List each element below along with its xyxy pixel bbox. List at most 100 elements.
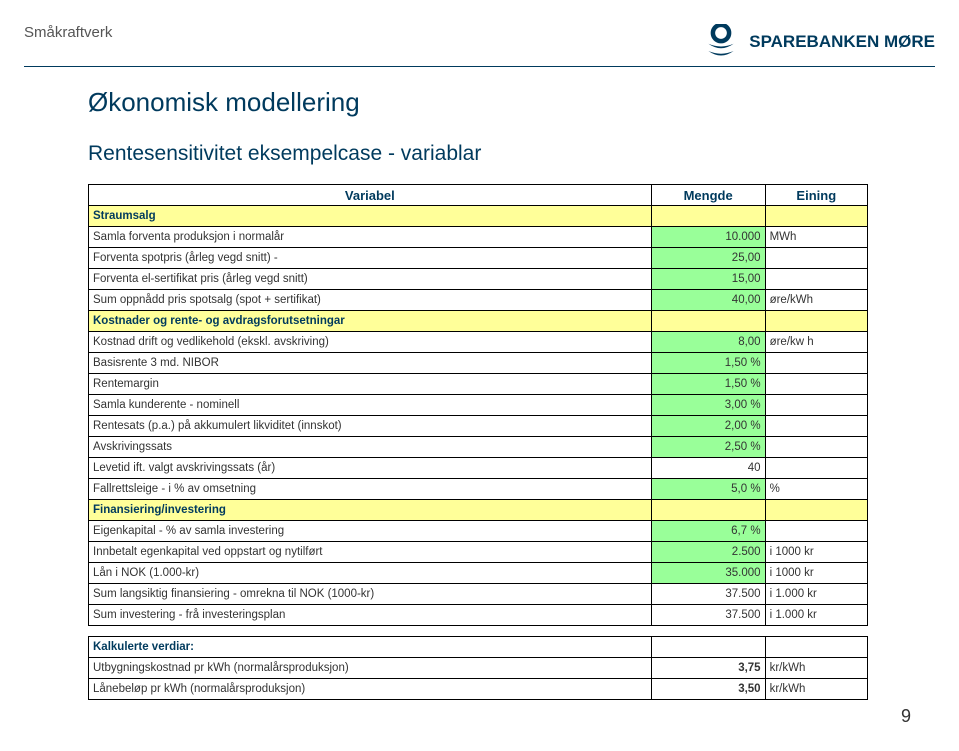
cell-label: Lån i NOK (1.000-kr) — [89, 563, 652, 584]
cell-value: 3,00 % — [651, 395, 765, 416]
cell-label: Rentesats (p.a.) på akkumulert likvidite… — [89, 416, 652, 437]
section-blank — [651, 500, 765, 521]
cell-unit: i 1000 kr — [765, 563, 867, 584]
cell-value: 37.500 — [651, 605, 765, 626]
cell-value: 40,00 — [651, 290, 765, 311]
col-header-variable: Variabel — [89, 185, 652, 206]
section-blank — [651, 206, 765, 227]
section-blank — [651, 311, 765, 332]
cell-label: Eigenkapital - % av samla investering — [89, 521, 652, 542]
table-row: Lånebeløp pr kWh (normalårsproduksjon)3,… — [89, 679, 868, 700]
cell-value: 40 — [651, 458, 765, 479]
table-row: Kostnad drift og vedlikehold (ekskl. avs… — [89, 332, 868, 353]
table-row: Avskrivingssats2,50 % — [89, 437, 868, 458]
cell-value: 3,75 — [651, 658, 765, 679]
table-header-row: Variabel Mengde Eining — [89, 185, 868, 206]
table-row: Levetid ift. valgt avskrivingssats (år)4… — [89, 458, 868, 479]
page-heading: Økonomisk modellering — [88, 87, 935, 118]
col-header-unit: Eining — [765, 185, 867, 206]
cell-unit: i 1.000 kr — [765, 584, 867, 605]
logo-icon — [703, 24, 739, 60]
brand-logo: SPAREBANKEN MØRE — [703, 24, 935, 60]
cell-unit: MWh — [765, 227, 867, 248]
page-number: 9 — [901, 706, 911, 727]
cell-unit — [765, 353, 867, 374]
section-label: Kalkulerte verdiar: — [89, 637, 652, 658]
cell-label: Rentemargin — [89, 374, 652, 395]
cell-value: 10.000 — [651, 227, 765, 248]
cell-unit: % — [765, 479, 867, 500]
section-label: Finansiering/investering — [89, 500, 652, 521]
cell-value: 6,7 % — [651, 521, 765, 542]
table-row: Sum langsiktig finansiering - omrekna ti… — [89, 584, 868, 605]
cell-label: Lånebeløp pr kWh (normalårsproduksjon) — [89, 679, 652, 700]
table-row: Lån i NOK (1.000-kr)35.000i 1000 kr — [89, 563, 868, 584]
cell-label: Samla kunderente - nominell — [89, 395, 652, 416]
table-row: Basisrente 3 md. NIBOR1,50 % — [89, 353, 868, 374]
section-blank — [765, 311, 867, 332]
cell-label: Samla forventa produksjon i normalår — [89, 227, 652, 248]
cell-unit — [765, 416, 867, 437]
cell-unit — [765, 395, 867, 416]
cell-unit: øre/kWh — [765, 290, 867, 311]
section-blank — [765, 500, 867, 521]
cell-value: 2,50 % — [651, 437, 765, 458]
table-row: Rentemargin1,50 % — [89, 374, 868, 395]
cell-unit — [765, 521, 867, 542]
cell-label: Avskrivingssats — [89, 437, 652, 458]
cell-unit: kr/kWh — [765, 658, 867, 679]
page-subheading: Rentesensitivitet eksempelcase - variabl… — [88, 142, 935, 166]
cell-value: 1,50 % — [651, 374, 765, 395]
cell-label: Sum oppnådd pris spotsalg (spot + sertif… — [89, 290, 652, 311]
section-kalkulerte: Kalkulerte verdiar: — [89, 637, 868, 658]
table-row: Innbetalt egenkapital ved oppstart og ny… — [89, 542, 868, 563]
table-row: Utbygningskostnad pr kWh (normalårsprodu… — [89, 658, 868, 679]
cell-value: 35.000 — [651, 563, 765, 584]
cell-unit — [765, 458, 867, 479]
section-label: Kostnader og rente- og avdragsforutsetni… — [89, 311, 652, 332]
section-straumsalg: Straumsalg — [89, 206, 868, 227]
cell-label: Forventa spotpris (årleg vegd snitt) - — [89, 248, 652, 269]
table-row: Sum oppnådd pris spotsalg (spot + sertif… — [89, 290, 868, 311]
header-divider — [24, 66, 935, 67]
table-row: Sum investering - frå investeringsplan37… — [89, 605, 868, 626]
table-row: Forventa spotpris (årleg vegd snitt) -25… — [89, 248, 868, 269]
cell-value: 8,00 — [651, 332, 765, 353]
cell-label: Innbetalt egenkapital ved oppstart og ny… — [89, 542, 652, 563]
cell-unit — [765, 374, 867, 395]
table-row: Samla kunderente - nominell3,00 % — [89, 395, 868, 416]
brand-name: SPAREBANKEN MØRE — [749, 32, 935, 52]
calculated-values-table: Kalkulerte verdiar: Utbygningskostnad pr… — [88, 636, 868, 700]
table-row: Forventa el-sertifikat pris (årleg vegd … — [89, 269, 868, 290]
cell-value: 5,0 % — [651, 479, 765, 500]
cell-value: 3,50 — [651, 679, 765, 700]
cell-label: Forventa el-sertifikat pris (årleg vegd … — [89, 269, 652, 290]
cell-value: 1,50 % — [651, 353, 765, 374]
cell-unit — [765, 269, 867, 290]
cell-value: 37.500 — [651, 584, 765, 605]
section-label: Straumsalg — [89, 206, 652, 227]
cell-label: Levetid ift. valgt avskrivingssats (år) — [89, 458, 652, 479]
table-row: Fallrettsleige - i % av omsetning5,0 %% — [89, 479, 868, 500]
cell-value: 2,00 % — [651, 416, 765, 437]
cell-unit: kr/kWh — [765, 679, 867, 700]
cell-label: Kostnad drift og vedlikehold (ekskl. avs… — [89, 332, 652, 353]
cell-value: 15,00 — [651, 269, 765, 290]
section-kostnader: Kostnader og rente- og avdragsforutsetni… — [89, 311, 868, 332]
cell-value: 25,00 — [651, 248, 765, 269]
col-header-amount: Mengde — [651, 185, 765, 206]
cell-unit — [765, 248, 867, 269]
section-blank — [765, 637, 867, 658]
table-row: Rentesats (p.a.) på akkumulert likvidite… — [89, 416, 868, 437]
cell-label: Fallrettsleige - i % av omsetning — [89, 479, 652, 500]
section-blank — [651, 637, 765, 658]
cell-label: Utbygningskostnad pr kWh (normalårsprodu… — [89, 658, 652, 679]
cell-value: 2.500 — [651, 542, 765, 563]
cell-label: Sum investering - frå investeringsplan — [89, 605, 652, 626]
section-blank — [765, 206, 867, 227]
cell-unit: i 1000 kr — [765, 542, 867, 563]
cell-label: Basisrente 3 md. NIBOR — [89, 353, 652, 374]
variables-table: Variabel Mengde Eining Straumsalg Samla … — [88, 184, 868, 626]
cell-unit: øre/kw h — [765, 332, 867, 353]
table-row: Samla forventa produksjon i normalår10.0… — [89, 227, 868, 248]
